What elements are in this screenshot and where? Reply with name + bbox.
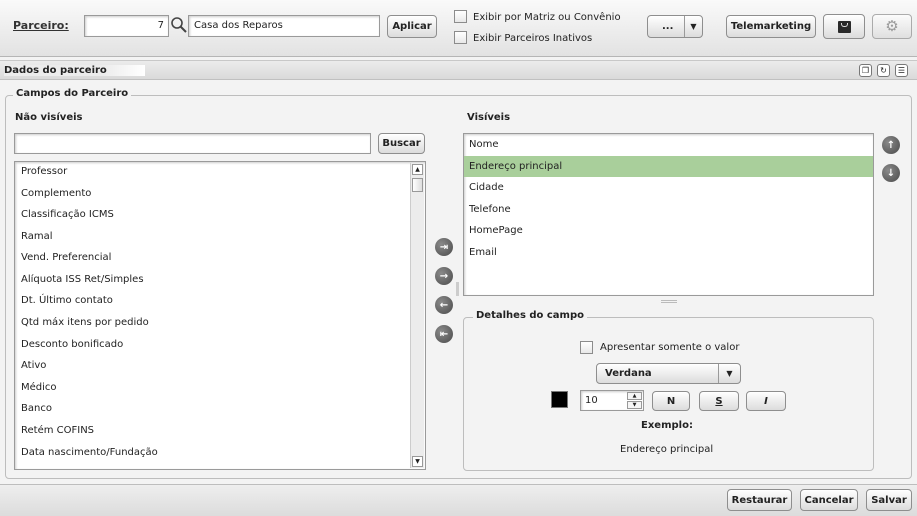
matrix-checkbox[interactable]: [454, 10, 467, 23]
hidden-fields-list[interactable]: Professor Complemento Classificação ICMS…: [14, 161, 426, 470]
scroll-down-icon[interactable]: ▼: [412, 456, 423, 467]
list-scrollbar[interactable]: ▲ ▼: [410, 163, 424, 468]
move-down-icon[interactable]: ↓: [882, 164, 900, 182]
list-item[interactable]: Telefone: [464, 199, 873, 220]
copy-icon[interactable]: ❐: [859, 64, 872, 77]
inactive-checkbox[interactable]: [454, 31, 467, 44]
list-item[interactable]: HomePage: [464, 220, 873, 241]
scroll-up-icon[interactable]: ▲: [412, 164, 423, 175]
move-up-icon[interactable]: ↑: [882, 136, 900, 154]
section-title: Campos do Parceiro: [13, 88, 132, 99]
field-details-title: Detalhes do campo: [473, 310, 588, 321]
stepper-down-icon[interactable]: ▼: [627, 401, 642, 409]
visible-fields-heading: Visíveis: [467, 112, 511, 123]
partner-label[interactable]: Parceiro:: [13, 19, 69, 32]
chevron-down-icon: ▼: [684, 16, 702, 37]
splitter-handle[interactable]: [456, 282, 459, 296]
list-item[interactable]: Classificação ICMS: [21, 209, 114, 220]
list-item[interactable]: Endereço principal: [464, 156, 873, 177]
list-item[interactable]: Data nascimento/Fundação: [21, 447, 158, 458]
move-right-icon[interactable]: →: [435, 267, 453, 285]
font-size-value: 10: [585, 395, 598, 406]
move-all-left-icon[interactable]: ⇤: [435, 325, 453, 343]
scroll-thumb[interactable]: [412, 178, 423, 192]
font-select-value: Verdana: [605, 368, 652, 379]
resize-grip[interactable]: [661, 300, 677, 303]
panel-title: Dados do parceiro: [4, 65, 145, 76]
bag-icon: [837, 20, 851, 33]
list-icon[interactable]: ☰: [895, 64, 908, 77]
hidden-fields-heading: Não visíveis: [15, 112, 83, 123]
search-button[interactable]: Buscar: [378, 133, 425, 154]
font-select[interactable]: Verdana ▼: [596, 363, 741, 384]
list-item[interactable]: Ramal: [21, 231, 53, 242]
list-item[interactable]: Desconto bonificado: [21, 339, 123, 350]
apply-button[interactable]: Aplicar: [387, 15, 437, 38]
list-item[interactable]: Qtd máx itens por pedido: [21, 317, 149, 328]
settings-button[interactable]: ⚙: [872, 14, 912, 39]
chevron-down-icon: ▼: [718, 364, 740, 383]
list-item[interactable]: Retém COFINS: [21, 425, 94, 436]
save-button[interactable]: Salvar: [866, 489, 912, 511]
list-item[interactable]: Médico: [21, 382, 57, 393]
visible-fields-list[interactable]: Nome Endereço principal Cidade Telefone …: [463, 133, 874, 296]
list-item[interactable]: Complemento: [21, 188, 91, 199]
panel-header: Dados do parceiro ❐ ↻ ☰: [0, 60, 917, 80]
font-color-swatch[interactable]: [551, 391, 568, 408]
font-size-stepper[interactable]: 10 ▲ ▼: [580, 390, 644, 411]
move-left-icon[interactable]: ←: [435, 296, 453, 314]
gear-icon: ⚙: [885, 17, 899, 35]
matrix-checkbox-label: Exibir por Matriz ou Convênio: [473, 12, 621, 23]
list-item[interactable]: Vend. Preferencial: [21, 252, 111, 263]
list-item[interactable]: Professor: [21, 166, 67, 177]
list-item[interactable]: Ativo: [21, 360, 46, 371]
more-options-button[interactable]: ... ▼: [647, 15, 703, 38]
move-all-right-icon[interactable]: ⇥: [435, 238, 453, 256]
more-options-label: ...: [662, 21, 674, 32]
restore-button[interactable]: Restaurar: [727, 489, 792, 511]
cancel-button[interactable]: Cancelar: [800, 489, 858, 511]
field-search-input[interactable]: [14, 133, 371, 154]
example-text: Endereço principal: [620, 444, 714, 455]
list-item[interactable]: Cidade: [464, 177, 873, 198]
bold-button[interactable]: N: [652, 391, 690, 411]
italic-button[interactable]: I: [746, 391, 786, 411]
inactive-checkbox-label: Exibir Parceiros Inativos: [473, 33, 593, 44]
list-item[interactable]: Banco: [21, 403, 52, 414]
list-item[interactable]: Dt. Último contato: [21, 295, 113, 306]
search-icon[interactable]: [170, 16, 188, 34]
partner-name-value: Casa dos Reparos: [194, 20, 283, 31]
only-value-label: Apresentar somente o valor: [600, 342, 740, 353]
only-value-checkbox[interactable]: [580, 341, 593, 354]
example-label: Exemplo:: [641, 420, 693, 431]
partner-code-value: 7: [157, 20, 164, 31]
stepper-up-icon[interactable]: ▲: [627, 392, 642, 400]
partner-code-input[interactable]: 7: [84, 15, 169, 37]
telemarketing-button[interactable]: Telemarketing: [726, 15, 816, 38]
list-item[interactable]: Email: [464, 242, 873, 263]
cart-button[interactable]: [823, 14, 865, 39]
refresh-icon[interactable]: ↻: [877, 64, 890, 77]
partner-name-input[interactable]: Casa dos Reparos: [188, 15, 380, 37]
list-item[interactable]: Alíquota ISS Ret/Simples: [21, 274, 144, 285]
list-item[interactable]: Nome: [464, 134, 873, 155]
underline-button[interactable]: S: [699, 391, 739, 411]
